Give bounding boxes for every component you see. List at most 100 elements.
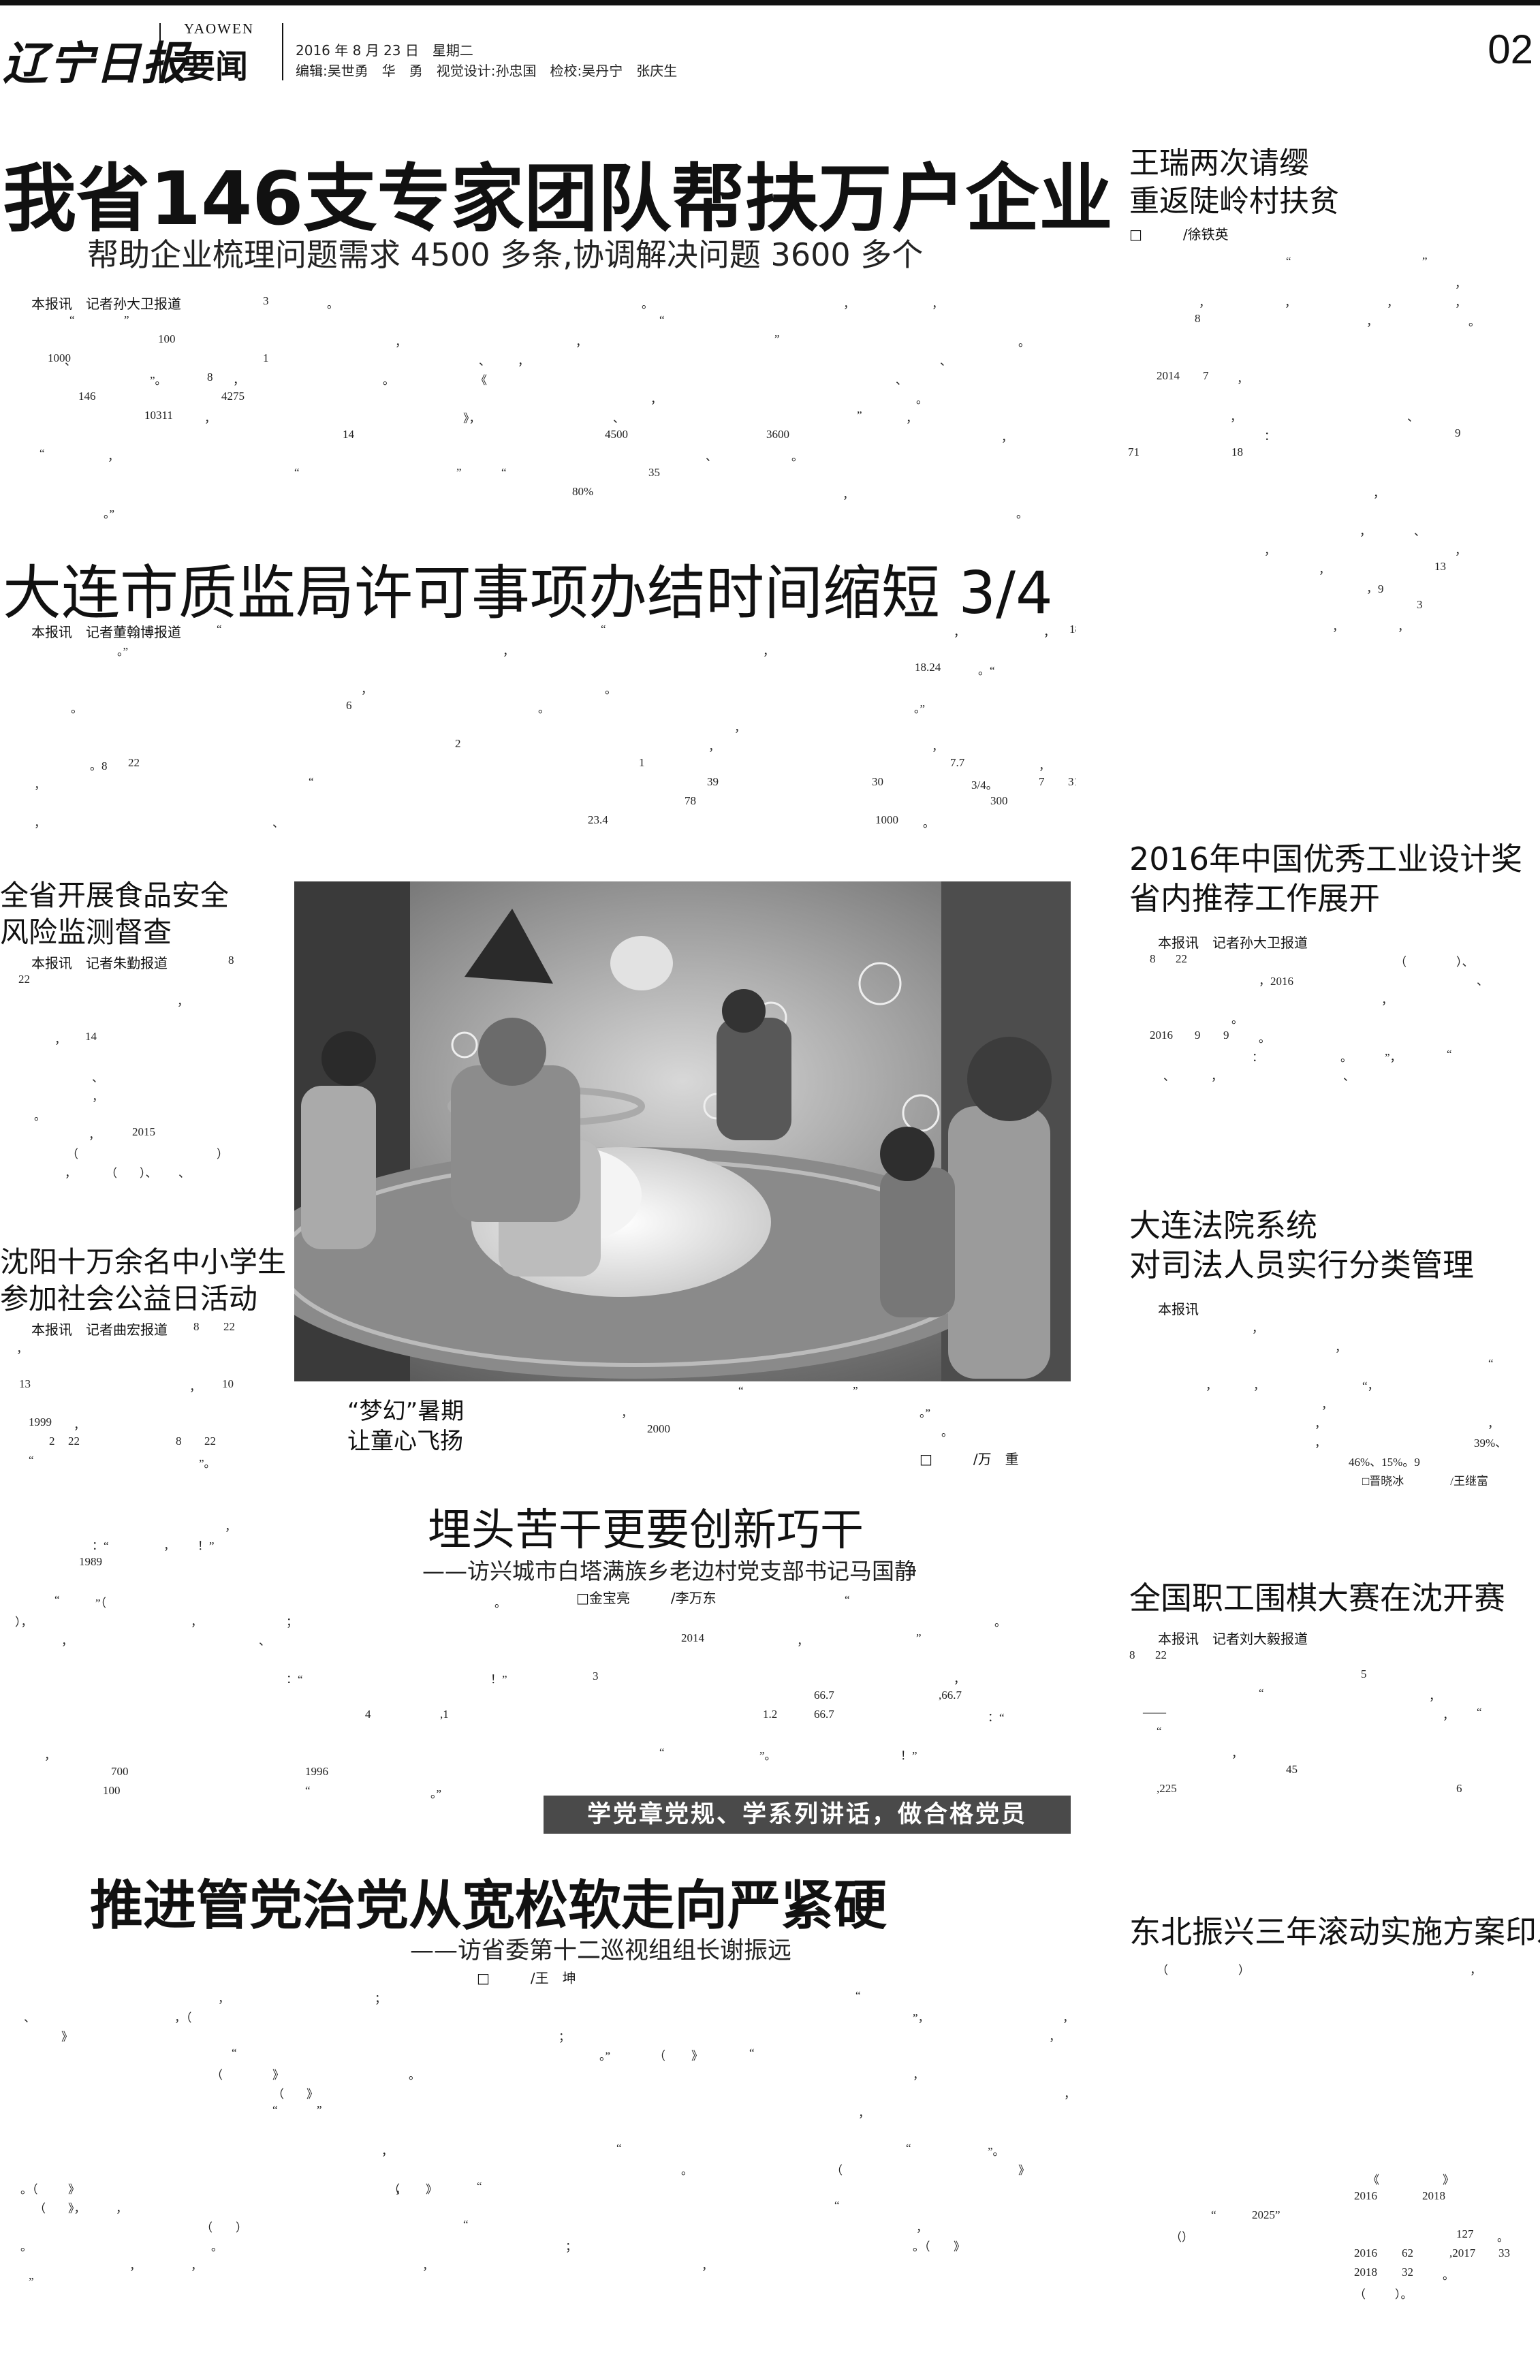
text-line: ， bbox=[1128, 482, 1537, 501]
text-fragment: 》 bbox=[1443, 2174, 1454, 2187]
text-fragment: （ bbox=[34, 2202, 46, 2215]
text-line: 2018 32 。 bbox=[1129, 2264, 1538, 2283]
text-fragment: ） bbox=[1238, 1964, 1250, 1977]
text-fragment: ” bbox=[916, 1631, 922, 1644]
text-fragment: 。“ bbox=[978, 664, 995, 677]
text-fragment: 。 bbox=[1016, 507, 1028, 520]
main-subhead: 帮助企业梳理问题需求 4500 多条,协调解决问题 3600 多个 bbox=[87, 236, 924, 273]
text-line bbox=[0, 1009, 286, 1029]
text-fragment: ， bbox=[1470, 1964, 1481, 1977]
text-fragment: ！” bbox=[198, 1539, 215, 1552]
text-line: 2 22 8 22 bbox=[0, 1433, 286, 1452]
northeast-headline[interactable]: 东北振兴三年滚动实施方案印发 bbox=[1129, 1907, 1540, 1952]
text-fragment: ， bbox=[1398, 621, 1409, 633]
news-photo[interactable] bbox=[294, 881, 1071, 1381]
text-line: 22 bbox=[0, 971, 286, 990]
text-line: ：“ ！” 3 ， bbox=[0, 1668, 1076, 1687]
court-headline-line: 对司法人员实行分类管理 bbox=[1129, 1247, 1474, 1283]
text-fragment: 。” bbox=[117, 645, 129, 658]
text-line: ， bbox=[1150, 989, 1538, 1008]
text-fragment: 9 bbox=[1195, 1029, 1201, 1042]
text-fragment: ， bbox=[763, 645, 774, 658]
text-fragment: ， bbox=[218, 1992, 230, 2005]
dalian-headline[interactable]: 大连市质监局许可事项办结时间缩短 3/4 bbox=[3, 545, 1053, 630]
text-fragment: 1.2 bbox=[763, 1708, 778, 1721]
text-fragment: ， bbox=[954, 626, 965, 639]
photo-image bbox=[294, 881, 1071, 1381]
text-fragment: 4 bbox=[365, 1708, 371, 1721]
text-fragment: 9 bbox=[1455, 426, 1461, 439]
shenyang-headline[interactable]: 沈阳十万余名中小学生 参加社会公益日活动 bbox=[0, 1244, 286, 1317]
text-fragment: 。” bbox=[599, 2050, 611, 2063]
text-fragment: ：“ bbox=[286, 1673, 303, 1686]
text-fragment: ， bbox=[1332, 621, 1344, 633]
court-headline[interactable]: 大连法院系统 对司法人员实行分类管理 bbox=[1129, 1206, 1474, 1285]
text-line: 700 1996 bbox=[0, 1764, 1076, 1783]
text-line: “ ”。 bbox=[0, 1452, 286, 1471]
text-line: 1000、 1、，、 bbox=[14, 350, 1076, 369]
text-fragment: ， bbox=[65, 1167, 76, 1180]
text-fragment: ,1 bbox=[440, 1708, 449, 1721]
text-line: “， bbox=[1129, 1685, 1538, 1704]
text-line: 10311 ， 》， 、 ” ， bbox=[14, 407, 1076, 426]
text-line: 2 ， ， bbox=[14, 736, 1076, 755]
text-fragment: ， bbox=[1264, 544, 1276, 557]
masthead-divider bbox=[282, 23, 283, 80]
text-fragment: 。（ bbox=[913, 2240, 930, 2253]
party-headline[interactable]: 推进管党治党从宽松软走向严紧硬 bbox=[90, 1863, 887, 1939]
text-fragment: 10 bbox=[222, 1377, 234, 1390]
text-line bbox=[0, 2293, 1076, 2312]
text-line bbox=[1128, 501, 1537, 520]
text-fragment: ， bbox=[233, 374, 245, 387]
text-line: “ 2025” bbox=[1129, 2207, 1538, 2226]
text-line bbox=[1128, 387, 1537, 406]
text-fragment: ， bbox=[1199, 296, 1210, 309]
text-line: ， ， ， ， bbox=[1128, 292, 1537, 311]
go-headline[interactable]: 全国职工围棋大赛在沈开赛 bbox=[1129, 1573, 1505, 1618]
text-fragment: 》 bbox=[1018, 2164, 1030, 2177]
text-line: 8 ， 。 bbox=[1128, 311, 1537, 330]
text-fragment: 。 bbox=[1231, 1013, 1243, 1026]
text-fragment: 。 bbox=[211, 2240, 223, 2253]
text-fragment: 2 bbox=[49, 1435, 55, 1447]
text-line: 。 。 ； 。（ 》 bbox=[0, 2236, 1076, 2255]
text-fragment: “ bbox=[272, 2103, 278, 2116]
text-fragment: ， bbox=[702, 2259, 713, 2272]
text-line: 。 6 。 。” bbox=[14, 698, 1076, 717]
text-line: 1999 ， bbox=[0, 1414, 286, 1433]
text-fragment: 2018 bbox=[1422, 2189, 1445, 2202]
text-fragment: 13 bbox=[19, 1377, 31, 1390]
food-headline[interactable]: 全省开展食品安全 风险监测督查 bbox=[0, 877, 229, 951]
text-fragment: 2016 bbox=[1354, 2189, 1377, 2202]
wangrui-headline[interactable]: 王瑞两次请缨 重返陡岭村扶贫 bbox=[1129, 144, 1339, 221]
text-line: ， bbox=[1158, 1336, 1539, 1356]
text-fragment: 。” bbox=[920, 1407, 931, 1420]
text-fragment: 、 bbox=[1407, 411, 1419, 424]
text-fragment: ； bbox=[375, 1992, 386, 2005]
text-line bbox=[1129, 1978, 1538, 1997]
text-fragment: 。 bbox=[994, 1616, 1006, 1629]
text-fragment: “ bbox=[659, 1746, 665, 1759]
text-fragment: 33 bbox=[1498, 2246, 1510, 2259]
text-line: 。 （ 》 bbox=[0, 2159, 1076, 2178]
text-fragment: ， bbox=[163, 1539, 175, 1552]
go-byline: 本报讯 记者刘大毅报道 bbox=[1158, 1631, 1308, 1647]
campaign-banner: 学党章党规、学系列讲话，做合格党员 bbox=[544, 1796, 1071, 1834]
design-headline[interactable]: 2016年中国优秀工业设计奖 省内推荐工作展开 bbox=[1129, 839, 1522, 918]
text-fragment: ， bbox=[361, 683, 373, 696]
text-fragment: 1999 bbox=[29, 1415, 52, 1428]
text-line: ， ； “ bbox=[0, 1988, 1076, 2007]
text-fragment: ， bbox=[1429, 1690, 1441, 1703]
text-line: ， “ ”。 ！” bbox=[0, 1744, 1076, 1764]
shenyang-body: 8 22， 13， 10 1999， 2 22 8 22 “”。 bbox=[0, 1319, 286, 1482]
shenyang-headline-line: 参加社会公益日活动 bbox=[0, 1282, 258, 1315]
text-line bbox=[1128, 349, 1537, 368]
text-line: ”。8，。《、、 bbox=[14, 369, 1076, 388]
text-line: ， 、 2014 ， ” bbox=[0, 1630, 1076, 1649]
text-fragment: 2014 bbox=[681, 1631, 704, 1644]
text-fragment: 》 bbox=[61, 2031, 73, 2044]
text-line: （ ） ， bbox=[1129, 1959, 1538, 1978]
text-fragment: 127 bbox=[1456, 2227, 1474, 2240]
dalian-body: ““，，18。”，，18.24。“，。。6。。”，2，，。82217.7，，“3… bbox=[14, 621, 1076, 839]
text-fragment: ， bbox=[191, 2259, 202, 2272]
